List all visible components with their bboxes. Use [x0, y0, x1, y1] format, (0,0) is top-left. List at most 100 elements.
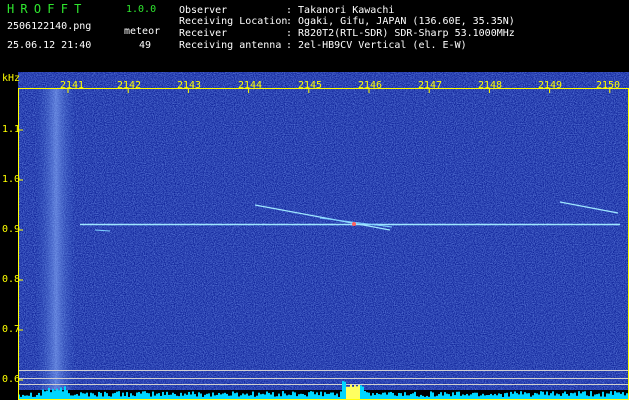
level-bar — [570, 392, 572, 400]
level-bar — [590, 391, 592, 400]
level-bar — [104, 391, 106, 400]
freq-tick-label: 0.6 — [2, 374, 21, 385]
level-bar — [444, 392, 446, 400]
level-bar — [152, 391, 154, 400]
level-bar — [118, 391, 120, 400]
level-bar — [472, 392, 474, 400]
level-bar — [80, 392, 82, 400]
level-bar — [50, 392, 52, 400]
level-bar — [398, 392, 400, 400]
level-bar — [358, 384, 360, 400]
time-tick-label: 2146 — [358, 80, 383, 91]
level-bar — [368, 392, 370, 400]
level-bar — [58, 390, 60, 400]
level-bar — [330, 392, 332, 400]
level-bar — [414, 391, 416, 400]
time-tick-label: 2148 — [478, 80, 503, 91]
level-bar — [272, 392, 274, 400]
level-bar — [542, 391, 544, 400]
level-bar — [580, 393, 582, 400]
level-bar — [342, 381, 344, 400]
level-bar — [90, 392, 92, 400]
level-bar — [332, 392, 334, 400]
level-bar — [362, 386, 364, 400]
level-bar — [626, 393, 628, 400]
time-tick-label: 2142 — [117, 80, 142, 91]
level-bar — [452, 392, 454, 400]
level-bar — [266, 391, 268, 400]
level-bar — [218, 392, 220, 400]
level-bar — [520, 391, 522, 400]
level-bar — [98, 391, 100, 400]
level-bar — [42, 389, 44, 400]
time-tick-label: 2147 — [418, 80, 443, 91]
level-bar — [524, 392, 526, 400]
level-bar — [292, 391, 294, 400]
level-bar — [236, 392, 238, 400]
level-bar — [440, 392, 442, 400]
level-bar — [166, 391, 168, 400]
freq-tick-label: 1.0 — [2, 174, 21, 185]
level-bar — [350, 384, 352, 400]
level-bar — [574, 392, 576, 400]
level-bar — [516, 393, 518, 400]
level-bar — [282, 391, 284, 400]
level-bar — [148, 393, 150, 400]
level-bar — [352, 386, 354, 400]
level-bar — [382, 392, 384, 400]
level-bar — [474, 392, 476, 400]
level-bar — [616, 392, 618, 400]
level-bar — [224, 392, 226, 400]
level-bar — [458, 391, 460, 400]
level-bar — [158, 393, 160, 400]
level-bar — [100, 392, 102, 400]
level-bar — [138, 391, 140, 400]
level-bar — [572, 393, 574, 400]
level-bar — [392, 392, 394, 400]
time-tick-label: 2143 — [177, 80, 202, 91]
level-bar — [212, 392, 214, 400]
level-bar — [360, 385, 362, 400]
level-bar — [86, 392, 88, 400]
level-bar — [56, 388, 58, 400]
level-bar — [610, 391, 612, 400]
level-bar — [388, 392, 390, 400]
freq-tick-label: 0.7 — [2, 324, 21, 335]
level-bar — [126, 392, 128, 400]
level-bar — [268, 392, 270, 400]
level-bar — [622, 392, 624, 400]
level-bar — [122, 392, 124, 400]
level-bar — [320, 391, 322, 400]
level-bar — [564, 391, 566, 400]
level-bar — [46, 390, 48, 400]
level-bar — [366, 392, 368, 400]
level-bar — [618, 392, 620, 400]
level-bar — [400, 393, 402, 400]
level-bar — [62, 391, 64, 400]
level-bar — [180, 392, 182, 400]
freq-tick-label: 0.9 — [2, 224, 21, 235]
level-bar — [116, 391, 118, 400]
level-bar — [504, 393, 506, 400]
level-bar — [346, 386, 348, 400]
time-tick-label: 2145 — [298, 80, 323, 91]
level-bar — [430, 391, 432, 400]
level-bar — [344, 381, 346, 400]
level-bar — [324, 392, 326, 400]
level-bar — [614, 391, 616, 400]
level-bar — [114, 392, 116, 400]
level-bar — [546, 391, 548, 400]
level-bar — [188, 391, 190, 400]
level-bar — [232, 391, 234, 400]
freq-tick-label: 0.8 — [2, 274, 21, 285]
level-bar — [130, 393, 132, 400]
spectrogram-plot — [18, 72, 629, 400]
level-bar — [340, 391, 342, 400]
level-bar — [52, 389, 54, 400]
level-bar — [136, 392, 138, 400]
level-bar — [432, 392, 434, 400]
freq-tick-label: 1.1 — [2, 124, 21, 135]
time-tick-label: 2141 — [60, 80, 85, 91]
time-tick-label: 2144 — [238, 80, 263, 91]
time-tick-label: 2150 — [596, 80, 621, 91]
